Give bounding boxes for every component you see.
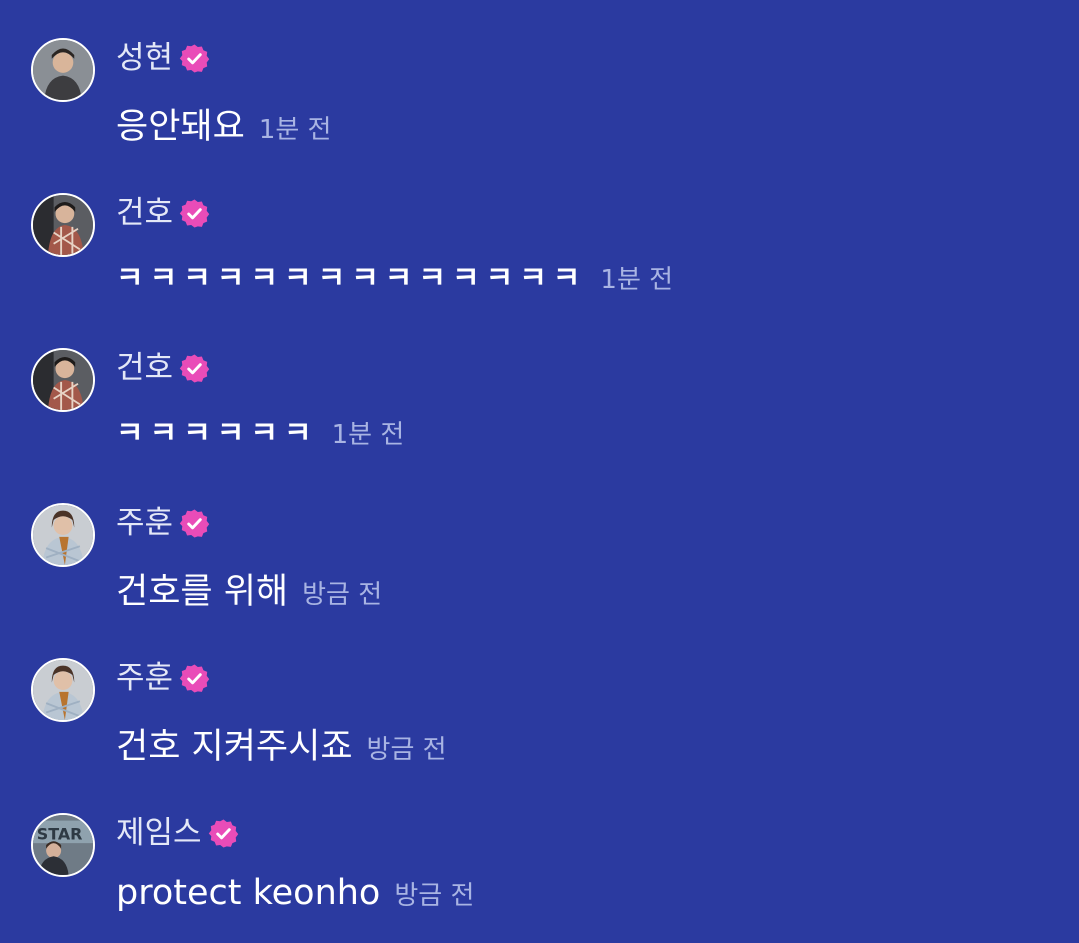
- message-text: ㅋㅋㅋㅋㅋㅋ: [116, 416, 318, 451]
- avatar[interactable]: [31, 193, 95, 257]
- user-avatar-icon: [33, 195, 93, 255]
- avatar[interactable]: [31, 38, 95, 102]
- chat-message: 주훈 건호 지켜주시죠 방금 전: [0, 658, 1079, 808]
- avatar[interactable]: [31, 658, 95, 722]
- chat-message: 주훈 건호를 위해 방금 전: [0, 503, 1079, 653]
- user-avatar-icon: [33, 505, 93, 565]
- message-timestamp: 1분 전: [600, 265, 674, 295]
- avatar[interactable]: [31, 503, 95, 567]
- message-timestamp: 1분 전: [258, 115, 332, 145]
- author-name[interactable]: 주훈: [116, 658, 173, 698]
- user-avatar-icon: [33, 350, 93, 410]
- user-avatar-icon: [33, 660, 93, 720]
- chat-message: 건호 ㅋㅋㅋㅋㅋㅋ 1분 전: [0, 348, 1079, 498]
- message-text: protect keonho: [116, 873, 381, 913]
- author-name[interactable]: 건호: [116, 193, 173, 233]
- chat-message: 건호 ㅋㅋㅋㅋㅋㅋㅋㅋㅋㅋㅋㅋㅋㅋ 1분 전: [0, 193, 1079, 343]
- author-name[interactable]: 제임스: [116, 813, 202, 853]
- author-name[interactable]: 건호: [116, 348, 173, 388]
- message-timestamp: 방금 전: [366, 735, 447, 765]
- message-text: ㅋㅋㅋㅋㅋㅋㅋㅋㅋㅋㅋㅋㅋㅋ: [116, 261, 587, 296]
- chat-message: STAR 제임스 protect keonho 방금 전: [0, 813, 1079, 943]
- verified-badge-icon: [179, 43, 210, 74]
- verified-badge-icon: [208, 818, 239, 849]
- chat-message: 성현 응안돼요 1분 전: [0, 38, 1079, 188]
- message-text: 건호 지켜주시죠: [116, 727, 353, 767]
- verified-badge-icon: [179, 353, 210, 384]
- svg-text:STAR: STAR: [37, 824, 83, 843]
- message-timestamp: 1분 전: [331, 420, 405, 450]
- message-text: 건호를 위해: [116, 572, 289, 612]
- verified-badge-icon: [179, 508, 210, 539]
- verified-badge-icon: [179, 198, 210, 229]
- message-timestamp: 방금 전: [394, 881, 475, 911]
- author-name[interactable]: 성현: [116, 38, 173, 78]
- user-avatar-icon: [33, 40, 93, 100]
- avatar[interactable]: STAR: [31, 813, 95, 877]
- message-text: 응안돼요: [116, 107, 245, 147]
- author-name[interactable]: 주훈: [116, 503, 173, 543]
- avatar[interactable]: [31, 348, 95, 412]
- user-avatar-icon: STAR: [33, 815, 93, 875]
- chat-feed: 성현 응안돼요 1분 전 건호 ㅋㅋㅋㅋㅋㅋㅋㅋㅋㅋㅋㅋㅋㅋ 1분 전 건호 ㅋ…: [0, 0, 1079, 943]
- message-timestamp: 방금 전: [302, 580, 383, 610]
- verified-badge-icon: [179, 663, 210, 694]
